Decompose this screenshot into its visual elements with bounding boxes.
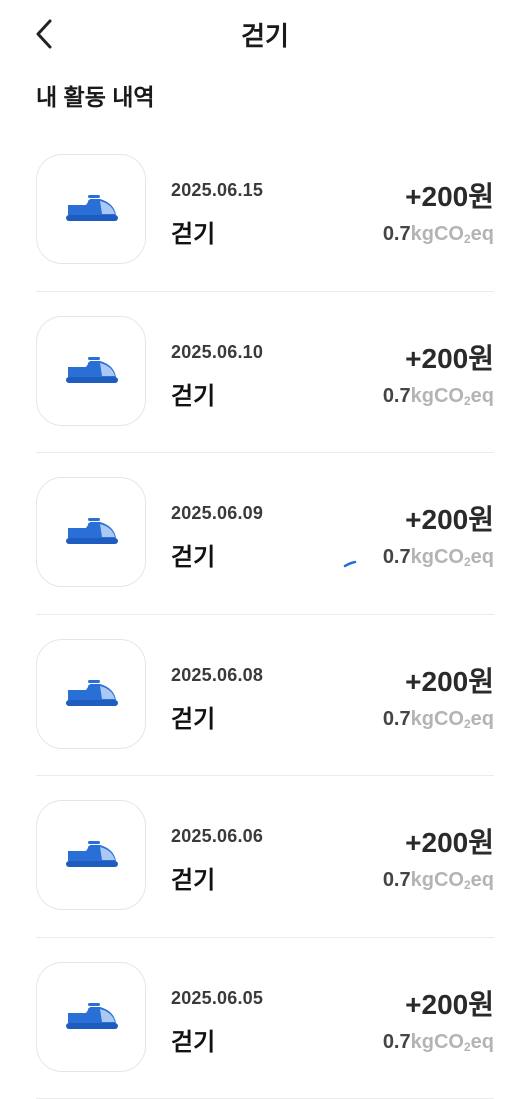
carbon-saving: 0.7kgCO2eq [383,1031,494,1054]
carbon-saving: 0.7kgCO2eq [383,708,494,731]
page-title: 걷기 [0,16,530,53]
carbon-unit: kgCO2eq [411,869,494,891]
reward-amount: +200원 [405,498,494,538]
activity-date: 2025.06.05 [171,988,263,1009]
activity-name: 걷기 [171,537,215,572]
section-title: 내 활동 내역 [36,78,155,112]
activity-date: 2025.06.15 [171,180,263,201]
carbon-saving: 0.7kgCO2eq [383,546,494,569]
carbon-value: 0.7 [383,708,411,730]
sneaker-icon [64,191,120,225]
carbon-value: 0.7 [383,385,411,407]
reward-amount: +200원 [405,660,494,700]
activity-date: 2025.06.10 [171,342,263,363]
activity-row[interactable]: 2025.06.10 걷기 +200원 0.7kgCO2eq [36,292,494,454]
activity-row[interactable]: 2025.06.08 걷기 +200원 0.7kgCO2eq [36,615,494,777]
sneaker-icon [64,353,120,387]
carbon-unit: kgCO2eq [411,223,494,245]
activity-icon-box [36,962,146,1072]
activity-name: 걷기 [171,1022,215,1057]
sneaker-icon [64,837,120,871]
reward-amount: +200원 [405,337,494,377]
stray-mark [343,555,357,573]
activity-icon-box [36,154,146,264]
activity-row[interactable]: 2025.06.06 걷기 +200원 0.7kgCO2eq [36,776,494,938]
reward-amount: +200원 [405,821,494,861]
carbon-unit: kgCO2eq [411,546,494,568]
activity-row[interactable]: 2025.06.15 걷기 +200원 0.7kgCO2eq [36,130,494,292]
activity-date: 2025.06.06 [171,826,263,847]
carbon-saving: 0.7kgCO2eq [383,385,494,408]
activity-row[interactable]: 2025.06.05 걷기 +200원 0.7kgCO2eq [36,938,494,1099]
sneaker-icon [64,999,120,1033]
activity-list: 2025.06.15 걷기 +200원 0.7kgCO2eq 2025.06.1… [0,130,530,1099]
activity-name: 걷기 [171,860,215,895]
carbon-unit: kgCO2eq [411,1031,494,1053]
carbon-value: 0.7 [383,869,411,891]
activity-icon-box [36,477,146,587]
carbon-saving: 0.7kgCO2eq [383,869,494,892]
carbon-unit: kgCO2eq [411,708,494,730]
carbon-value: 0.7 [383,1031,411,1053]
activity-row[interactable]: 2025.06.09 걷기 +200원 0.7kgCO2eq [36,453,494,615]
activity-name: 걷기 [171,214,215,249]
carbon-saving: 0.7kgCO2eq [383,223,494,246]
activity-icon-box [36,800,146,910]
carbon-value: 0.7 [383,223,411,245]
activity-name: 걷기 [171,699,215,734]
reward-amount: +200원 [405,983,494,1023]
activity-name: 걷기 [171,376,215,411]
reward-amount: +200원 [405,175,494,215]
sneaker-icon [64,514,120,548]
activity-icon-box [36,316,146,426]
top-bar: 걷기 [0,0,530,70]
carbon-value: 0.7 [383,546,411,568]
activity-icon-box [36,639,146,749]
activity-date: 2025.06.09 [171,503,263,524]
sneaker-icon [64,676,120,710]
carbon-unit: kgCO2eq [411,385,494,407]
activity-date: 2025.06.08 [171,665,263,686]
